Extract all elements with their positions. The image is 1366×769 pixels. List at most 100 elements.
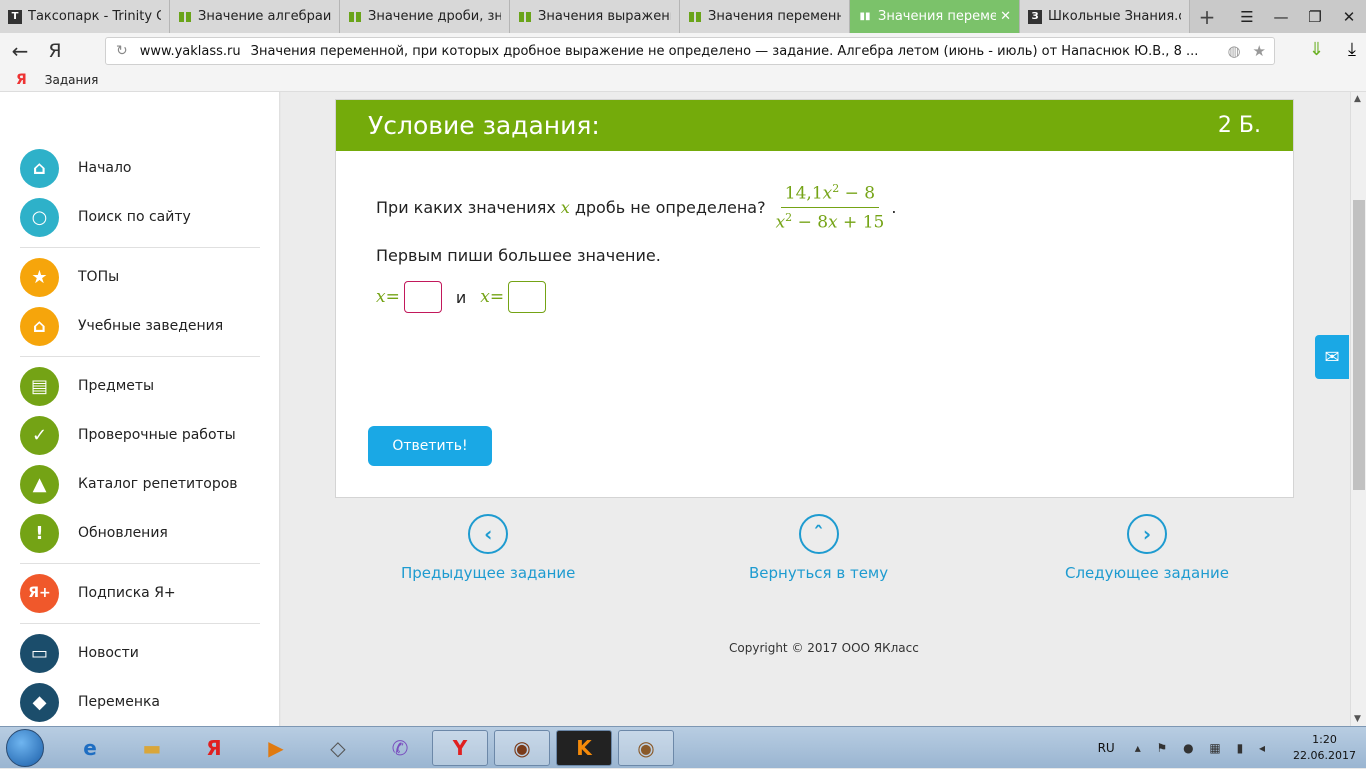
tab-label: Школьные Знания.com: [1048, 9, 1181, 24]
close-window-icon[interactable]: ✕: [1332, 0, 1366, 33]
tab-yaklass-2[interactable]: Значение дроби, знач: [340, 0, 510, 33]
bookmark-star-icon[interactable]: ★: [1253, 42, 1266, 60]
game-avatar-icon[interactable]: ◉: [494, 730, 550, 766]
tab-label: Значения выражений,: [538, 9, 671, 24]
sidebar-item-label: Поиск по сайту: [78, 209, 191, 225]
answer-row: x = и x =: [376, 281, 560, 313]
sidebar-divider: [20, 356, 260, 357]
window-controls: ☰ — ❐ ✕: [1230, 0, 1366, 33]
clock-time: 1:20: [1312, 733, 1337, 746]
tab-yaklass-active[interactable]: ▮▮ Значения перемен ✕: [850, 0, 1020, 33]
and-label: и: [455, 287, 467, 307]
scroll-down-icon[interactable]: ▼: [1354, 714, 1361, 724]
chevron-left-icon: ‹: [468, 514, 509, 554]
question-text: При каких значениях x дробь не определен…: [376, 182, 896, 232]
k-app-icon[interactable]: K: [556, 730, 612, 766]
tab-yaklass-3[interactable]: Значения выражений,: [510, 0, 680, 33]
next-task-link[interactable]: › Следующее задание: [1065, 514, 1229, 582]
bookmarks-bar: Я Задания: [0, 69, 1366, 92]
question-prefix: При каких значениях: [376, 197, 556, 217]
address-bar-row: ← Я ↻ www.yaklass.ru Значения переменной…: [0, 33, 1366, 69]
start-button[interactable]: [6, 729, 44, 767]
tab-taxopark[interactable]: T Таксопарк - Trinity GTA: [0, 0, 170, 33]
prev-task-link[interactable]: ‹ Предыдущее задание: [401, 514, 575, 582]
yandex-browser-taskbar-icon[interactable]: Y: [432, 730, 488, 766]
protect-icon[interactable]: ◍: [1227, 42, 1240, 60]
main-content: Условие задания: 2 Б. При каких значения…: [281, 92, 1350, 726]
tool-icon[interactable]: ◇: [310, 730, 366, 766]
next-task-label: Следующее задание: [1065, 564, 1230, 582]
equals-sign: =: [385, 287, 400, 307]
book-favicon-icon: ▮▮: [859, 11, 871, 22]
tab-yaklass-1[interactable]: Значение алгебраическ: [170, 0, 340, 33]
folder-icon[interactable]: ▬: [124, 730, 180, 766]
download-green-icon[interactable]: ⇓: [1309, 39, 1324, 60]
yandex-logo-icon[interactable]: Я: [16, 72, 27, 88]
chat-icon: ▭: [20, 633, 59, 673]
question-suffix: дробь не определена?: [574, 197, 766, 217]
copyright: Copyright © 2017 ООО ЯКласс: [729, 641, 919, 655]
bookmark-tasks[interactable]: Задания: [45, 73, 99, 87]
sidebar-item-break[interactable]: ◆ Переменка: [20, 682, 160, 722]
sidebar-item-label: Переменка: [78, 694, 161, 710]
tab-label: Значения перемен: [878, 9, 997, 24]
yandex-taskbar-icon[interactable]: Я: [186, 730, 242, 766]
minimize-icon[interactable]: —: [1264, 0, 1298, 33]
yandex-button[interactable]: Я: [40, 40, 70, 62]
sidebar-item-label: Проверочные работы: [78, 427, 236, 443]
fraction-denominator: x2 − 8x + 15: [775, 210, 885, 233]
sidebar-item-label: ТОПы: [78, 269, 120, 285]
tab-close-icon[interactable]: ✕: [1000, 9, 1011, 24]
sidebar-item-news[interactable]: ▭ Новости: [20, 633, 139, 673]
tab-znaniya[interactable]: З Школьные Знания.com: [1020, 0, 1190, 33]
sidebar-item-search[interactable]: ○ Поиск по сайту: [20, 197, 191, 237]
sidebar-item-subscription[interactable]: Я+ Подписка Я+: [20, 573, 176, 613]
game-avatar-2-icon[interactable]: ◉: [618, 730, 674, 766]
ie-icon[interactable]: e: [62, 730, 118, 766]
scrollbar[interactable]: ▲ ▼: [1350, 92, 1366, 726]
sidebar-item-updates[interactable]: ! Обновления: [20, 513, 168, 553]
answer-input-1[interactable]: [403, 281, 442, 313]
back-to-topic-link[interactable]: ˆ Вернуться в тему: [749, 514, 888, 582]
tray-icons[interactable]: ▴ ⚑ ● ▦ ▮ ◂: [1135, 741, 1271, 755]
new-tab-icon[interactable]: +: [1190, 0, 1224, 33]
sidebar-item-label: Обновления: [78, 525, 168, 541]
url-field[interactable]: ↻ www.yaklass.ru Значения переменной, пр…: [105, 37, 1275, 65]
sidebar-item-tests[interactable]: ✓ Проверочные работы: [20, 415, 236, 455]
ya-plus-icon: Я+: [20, 573, 59, 613]
yaklass-favicon-icon: [348, 10, 362, 24]
sidebar-item-home[interactable]: ⌂ Начало: [20, 148, 131, 188]
sidebar-item-label: Начало: [78, 160, 132, 176]
media-player-icon[interactable]: ▶: [248, 730, 304, 766]
tab-favicon: З: [1028, 9, 1042, 24]
clock[interactable]: 1:20 22.06.2017: [1293, 732, 1356, 764]
task-title: Условие задания:: [368, 111, 600, 140]
answer-var-label: x: [376, 287, 386, 307]
reload-icon[interactable]: ↻: [116, 43, 128, 59]
downloads-icon[interactable]: ⤓: [1348, 39, 1356, 60]
system-tray: RU ▴ ⚑ ● ▦ ▮ ◂ 1:20 22.06.2017: [1098, 727, 1356, 769]
sidebar-item-tops[interactable]: ★ ТОПы: [20, 257, 119, 297]
sidebar-item-schools[interactable]: ⌂ Учебные заведения: [20, 306, 223, 346]
prev-task-label: Предыдущее задание: [401, 564, 576, 582]
url-page-title: Значения переменной, при которых дробное…: [250, 43, 1199, 59]
sidebar-item-tutors[interactable]: ▲ Каталог репетиторов: [20, 464, 238, 504]
tab-yaklass-4[interactable]: Значения переменной: [680, 0, 850, 33]
restore-icon[interactable]: ❐: [1298, 0, 1332, 33]
chevron-right-icon: ›: [1127, 514, 1168, 554]
submit-button[interactable]: Ответить!: [368, 426, 492, 466]
back-arrow-icon[interactable]: ←: [0, 39, 40, 63]
language-indicator[interactable]: RU: [1098, 741, 1115, 755]
book-icon: ▤: [20, 366, 59, 406]
menu-icon[interactable]: ☰: [1230, 0, 1264, 33]
answer-input-2[interactable]: [508, 281, 547, 313]
sidebar-item-label: Новости: [78, 645, 139, 661]
sidebar-item-subjects[interactable]: ▤ Предметы: [20, 366, 154, 406]
feedback-mail-icon[interactable]: ✉: [1315, 335, 1349, 379]
viber-icon[interactable]: ✆: [372, 730, 428, 766]
chevron-up-icon: ˆ: [798, 514, 839, 554]
scrollbar-thumb[interactable]: [1353, 200, 1365, 490]
tab-label: Значение алгебраическ: [198, 9, 331, 24]
scroll-up-icon[interactable]: ▲: [1354, 94, 1361, 104]
exclamation-icon: !: [20, 513, 59, 553]
